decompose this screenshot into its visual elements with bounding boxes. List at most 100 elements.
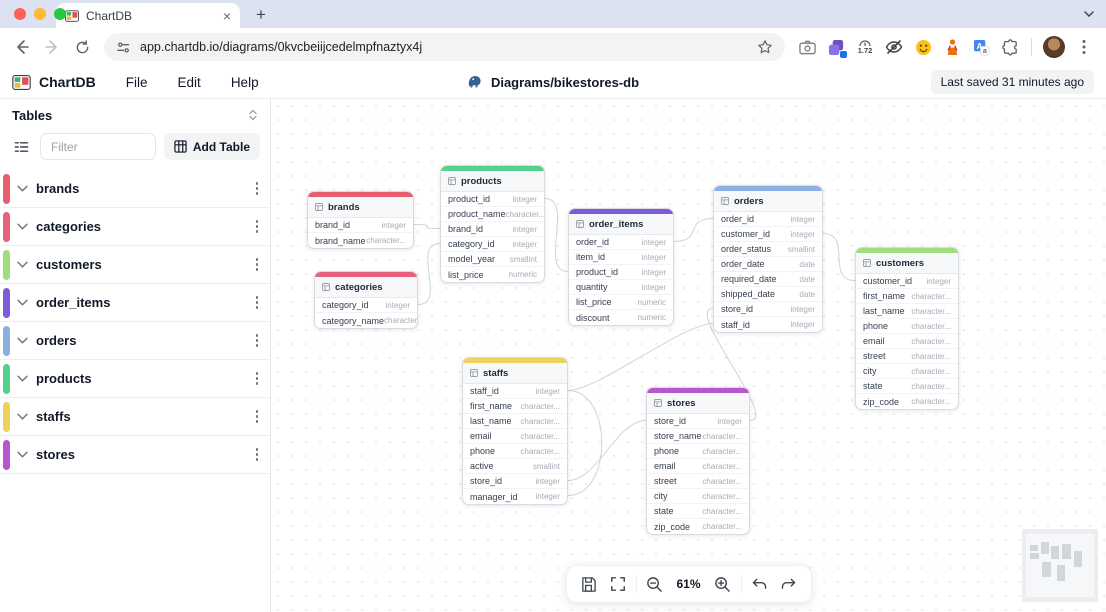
redo-button[interactable] bbox=[776, 571, 802, 597]
chevrons-up-down-icon[interactable] bbox=[248, 109, 258, 121]
table-node-order_items[interactable]: order_items order_idintegeritem_idintege… bbox=[568, 208, 674, 326]
reload-icon[interactable] bbox=[68, 33, 96, 61]
menu-file[interactable]: File bbox=[126, 75, 148, 90]
sidebar-item-customers[interactable]: customers bbox=[0, 246, 270, 284]
filter-input[interactable] bbox=[40, 133, 156, 160]
browser-toolbar: app.chartdb.io/diagrams/0kvcbeiijcedelmp… bbox=[0, 28, 1106, 66]
sidebar-item-orders[interactable]: orders bbox=[0, 322, 270, 360]
field-name: staff_id bbox=[470, 386, 499, 396]
chevron-down-icon[interactable] bbox=[17, 299, 28, 306]
sidebar-item-brands[interactable]: brands bbox=[0, 170, 270, 208]
table-color-bar bbox=[3, 288, 10, 318]
tab-close-icon[interactable]: × bbox=[223, 9, 231, 23]
table-node-orders[interactable]: orders order_idintegercustomer_idinteger… bbox=[713, 185, 823, 333]
smiley-extension-icon[interactable] bbox=[913, 37, 933, 57]
field-type: date bbox=[799, 290, 815, 299]
browser-tab[interactable]: ChartDB × bbox=[56, 3, 240, 28]
bookmark-star-icon[interactable] bbox=[757, 39, 773, 55]
add-table-button[interactable]: Add Table bbox=[164, 133, 260, 160]
purple-extension-icon[interactable] bbox=[826, 37, 846, 57]
back-icon[interactable] bbox=[8, 33, 36, 61]
table-options-kebab-icon[interactable] bbox=[256, 182, 259, 195]
window-close-button[interactable] bbox=[14, 8, 26, 20]
table-options-kebab-icon[interactable] bbox=[256, 258, 259, 271]
table-options-kebab-icon[interactable] bbox=[256, 296, 259, 309]
orange-figure-extension-icon[interactable] bbox=[942, 37, 962, 57]
field-type: character... bbox=[702, 477, 742, 486]
table-card-header[interactable]: products bbox=[441, 171, 544, 192]
chevron-down-icon[interactable] bbox=[17, 261, 28, 268]
table-color-bar bbox=[3, 250, 10, 280]
table-node-brands[interactable]: brands brand_idintegerbrand_namecharacte… bbox=[307, 191, 414, 249]
sidebar-item-categories[interactable]: categories bbox=[0, 208, 270, 246]
tab-search-chevron-icon[interactable] bbox=[1078, 5, 1100, 23]
field-type: character... bbox=[520, 417, 560, 426]
chevron-down-icon[interactable] bbox=[17, 223, 28, 230]
menu-edit[interactable]: Edit bbox=[178, 75, 201, 90]
table-card-header[interactable]: order_items bbox=[569, 214, 673, 235]
browser-menu-kebab-icon[interactable] bbox=[1074, 37, 1094, 57]
list-view-icon[interactable] bbox=[10, 136, 32, 158]
table-options-kebab-icon[interactable] bbox=[256, 410, 259, 423]
relationship-edge bbox=[418, 244, 440, 305]
field-row: category_namecharacter... bbox=[315, 313, 417, 328]
table-card-header[interactable]: staffs bbox=[463, 363, 567, 384]
field-row: phonecharacter... bbox=[647, 444, 749, 459]
chevron-down-icon[interactable] bbox=[17, 451, 28, 458]
table-node-customers[interactable]: customers customer_idintegerfirst_namech… bbox=[855, 247, 959, 410]
minimap-table-rect bbox=[1051, 546, 1059, 558]
sidebar-item-order_items[interactable]: order_items bbox=[0, 284, 270, 322]
field-row: item_idinteger bbox=[569, 250, 673, 265]
table-options-kebab-icon[interactable] bbox=[256, 334, 259, 347]
table-node-categories[interactable]: categories category_idintegercategory_na… bbox=[314, 271, 418, 329]
url-text[interactable]: app.chartdb.io/diagrams/0kvcbeiijcedelmp… bbox=[140, 40, 748, 54]
zoom-out-button[interactable] bbox=[642, 571, 668, 597]
chevron-down-icon[interactable] bbox=[17, 337, 28, 344]
new-tab-button[interactable]: + bbox=[248, 2, 274, 28]
table-card-header[interactable]: orders bbox=[714, 191, 822, 212]
sidebar-item-products[interactable]: products bbox=[0, 360, 270, 398]
table-options-kebab-icon[interactable] bbox=[256, 448, 259, 461]
chevron-down-icon[interactable] bbox=[17, 375, 28, 382]
table-card-header[interactable]: categories bbox=[315, 277, 417, 298]
chevron-down-icon[interactable] bbox=[17, 413, 28, 420]
save-button[interactable] bbox=[576, 571, 602, 597]
table-card-header[interactable]: stores bbox=[647, 393, 749, 414]
field-row: phonecharacter... bbox=[856, 319, 958, 334]
table-options-kebab-icon[interactable] bbox=[256, 372, 259, 385]
undo-button[interactable] bbox=[747, 571, 773, 597]
table-node-staffs[interactable]: staffs staff_idintegerfirst_namecharacte… bbox=[462, 357, 568, 505]
field-type: integer bbox=[642, 253, 666, 262]
minimap[interactable] bbox=[1022, 529, 1098, 602]
table-node-stores[interactable]: stores store_idintegerstore_namecharacte… bbox=[646, 387, 750, 535]
screenshot-camera-icon[interactable] bbox=[797, 37, 817, 57]
table-name: brands bbox=[328, 202, 360, 213]
score-gauge-icon[interactable]: 1.72 bbox=[855, 37, 875, 57]
diagram-canvas[interactable]: brands brand_idintegerbrand_namecharacte… bbox=[271, 99, 1106, 612]
fit-view-button[interactable] bbox=[605, 571, 631, 597]
site-info-icon[interactable] bbox=[116, 40, 131, 55]
table-card-header[interactable]: customers bbox=[856, 253, 958, 274]
sidebar-item-staffs[interactable]: staffs bbox=[0, 398, 270, 436]
field-type: integer bbox=[642, 238, 666, 247]
eye-hidden-icon[interactable] bbox=[884, 37, 904, 57]
zoom-level[interactable]: 61% bbox=[671, 577, 707, 591]
window-maximize-button[interactable] bbox=[54, 8, 66, 20]
window-minimize-button[interactable] bbox=[34, 8, 46, 20]
chartdb-brand[interactable]: ChartDB bbox=[12, 74, 96, 90]
profile-avatar[interactable] bbox=[1043, 36, 1065, 58]
menu-help[interactable]: Help bbox=[231, 75, 259, 90]
extensions-puzzle-icon[interactable] bbox=[1000, 37, 1020, 57]
chevron-down-icon[interactable] bbox=[17, 185, 28, 192]
relationship-edge bbox=[568, 421, 646, 481]
field-type: integer bbox=[513, 240, 537, 249]
field-name: order_id bbox=[721, 214, 754, 224]
diagram-title[interactable]: Diagrams/bikestores-db bbox=[467, 74, 639, 90]
zoom-in-button[interactable] bbox=[710, 571, 736, 597]
table-options-kebab-icon[interactable] bbox=[256, 220, 259, 233]
sidebar-item-stores[interactable]: stores bbox=[0, 436, 270, 474]
table-card-header[interactable]: brands bbox=[308, 197, 413, 218]
translate-extension-icon[interactable]: Aa bbox=[971, 37, 991, 57]
table-node-products[interactable]: products product_idintegerproduct_namech… bbox=[440, 165, 545, 283]
url-bar[interactable]: app.chartdb.io/diagrams/0kvcbeiijcedelmp… bbox=[104, 33, 785, 61]
